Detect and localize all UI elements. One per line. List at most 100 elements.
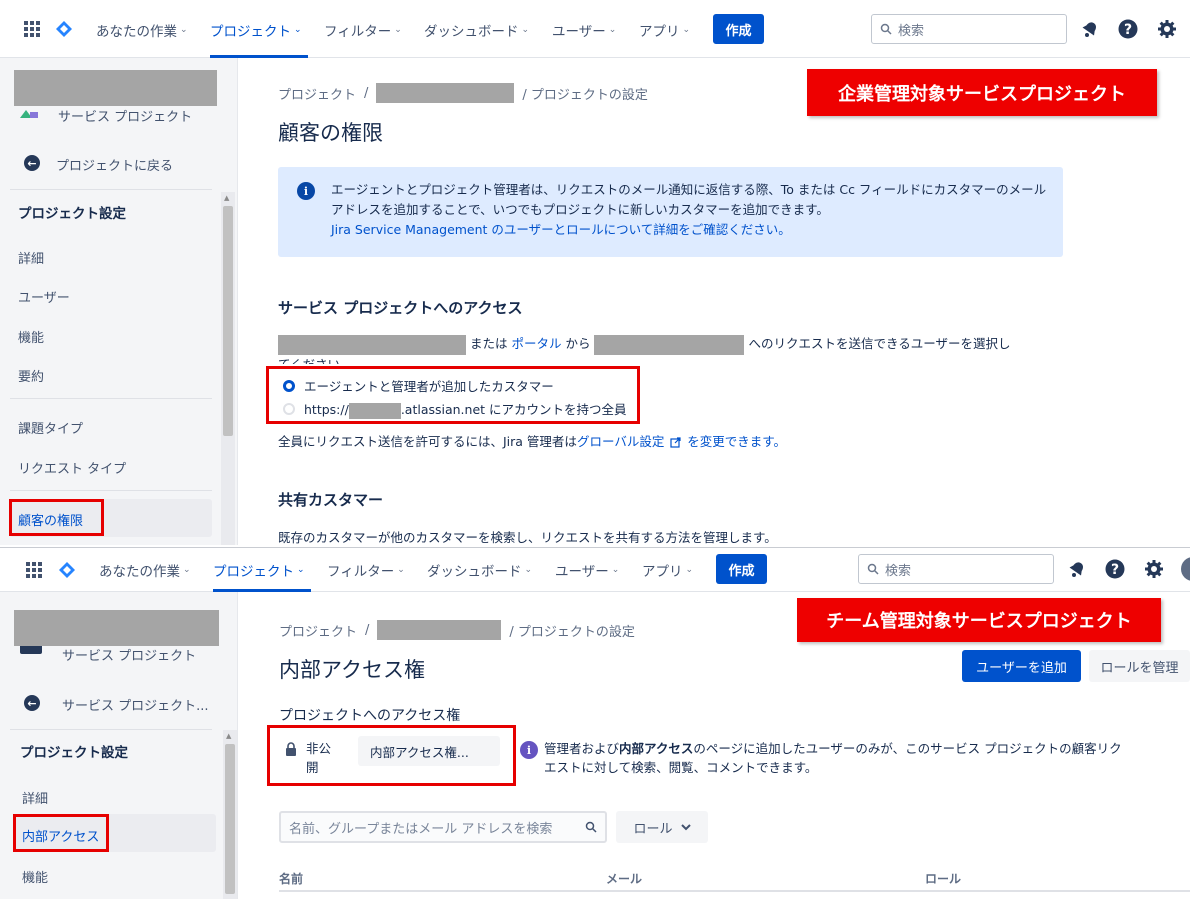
- sidebar-item-details[interactable]: 詳細: [22, 788, 48, 807]
- help-icon[interactable]: ?: [1117, 18, 1139, 40]
- create-button[interactable]: 作成: [713, 14, 764, 44]
- global-settings-link[interactable]: グローバル設定: [577, 434, 664, 449]
- sidebar-scroll-thumb[interactable]: [223, 206, 233, 436]
- sidebar-divider: [10, 490, 212, 491]
- redacted-text: [278, 334, 466, 355]
- breadcrumb-settings[interactable]: / プロジェクトの設定: [509, 621, 635, 640]
- sidebar-item-issue-types[interactable]: 課題タイプ: [18, 418, 83, 437]
- settings-gear-icon[interactable]: [1143, 558, 1165, 580]
- top-navigation: あなたの作業 ⌄ プロジェクト ⌄ フィルター ⌄ ダッシュボード ⌄ ユーザー ⌄ アプ…: [0, 548, 1190, 592]
- top-navigation: あなたの作業 ⌄ プロジェクト ⌄ フィルター ⌄ ダッシュボード ⌄ ユーザー ⌄ アプ…: [0, 0, 1190, 58]
- project-settings-heading: プロジェクト設定: [20, 745, 128, 761]
- back-to-project-link[interactable]: サービス プロジェクト...: [62, 695, 209, 714]
- back-arrow-icon[interactable]: ←: [24, 695, 40, 711]
- role-filter-dropdown[interactable]: ロール: [616, 811, 708, 843]
- nav-users[interactable]: ユーザー ⌄: [555, 560, 619, 580]
- nav-filters[interactable]: フィルター ⌄: [327, 560, 405, 580]
- access-info-text: 管理者および内部アクセスのページに追加したユーザーのみが、このサービス プロジェ…: [544, 741, 1122, 775]
- column-header-role[interactable]: ロール: [925, 870, 961, 887]
- redacted-project-name: [14, 610, 219, 646]
- table-header-divider: [279, 890, 1190, 892]
- nav-apps[interactable]: アプリ ⌄: [639, 20, 690, 40]
- highlight-box: [13, 814, 109, 852]
- project-type-annotation: チーム管理対象サービスプロジェクト: [797, 598, 1161, 642]
- highlight-box: [267, 725, 516, 786]
- breadcrumb-projects[interactable]: プロジェクト: [279, 621, 357, 640]
- info-icon: i: [297, 182, 315, 200]
- team-managed-panel: あなたの作業 ⌄ プロジェクト ⌄ フィルター ⌄ ダッシュボード ⌄ ユーザー ⌄ アプ…: [0, 547, 1190, 899]
- roles-help-link[interactable]: Jira Service Management のユーザーとロールについて詳細を…: [331, 222, 791, 237]
- external-link-icon: [670, 437, 681, 448]
- project-sidebar: サービス プロジェクト ← プロジェクトに戻る プロジェクト設定 詳細 ユーザー…: [0, 58, 238, 545]
- info-icon: i: [520, 741, 538, 759]
- project-type-label: サービス プロジェクト: [62, 649, 197, 664]
- search-icon: [880, 23, 892, 35]
- project-sidebar: サービス プロジェクト ← サービス プロジェクト... プロジェクト設定 詳細…: [0, 592, 238, 899]
- back-to-project-link[interactable]: プロジェクトに戻る: [56, 155, 173, 174]
- redacted-project-name: [14, 70, 217, 106]
- page-title: 内部アクセス権: [279, 658, 425, 682]
- info-text: エージェントとプロジェクト管理者は、リクエストのメール通知に返信する際、To ま…: [331, 182, 1047, 237]
- back-arrow-icon[interactable]: ←: [24, 155, 40, 171]
- create-button[interactable]: 作成: [716, 554, 767, 584]
- breadcrumb-projects[interactable]: プロジェクト: [278, 84, 356, 103]
- project-type-annotation: 企業管理対象サービスプロジェクト: [807, 69, 1157, 116]
- global-settings-note: 全員にリクエスト送信を許可するには、Jira 管理者はグローバル設定 を変更でき…: [278, 434, 787, 449]
- shared-customers-text: 既存のカスタマーが他のカスタマーを検索し、リクエストを共有する方法を管理します。: [278, 530, 777, 545]
- sidebar-item-summary[interactable]: 要約: [18, 366, 44, 385]
- sidebar-scroll-thumb[interactable]: [225, 744, 235, 894]
- jira-logo-icon[interactable]: [54, 19, 74, 39]
- sidebar-divider: [10, 189, 212, 190]
- nav-dashboards[interactable]: ダッシュボード ⌄: [424, 20, 529, 40]
- svg-text:?: ?: [1111, 562, 1119, 578]
- redacted-text: [594, 334, 745, 355]
- scroll-up-arrow[interactable]: ▲: [224, 194, 229, 202]
- sidebar-item-users[interactable]: ユーザー: [18, 287, 70, 306]
- redacted-project-name: [376, 83, 515, 103]
- settings-gear-icon[interactable]: [1156, 18, 1178, 40]
- highlight-box: [9, 499, 104, 536]
- column-header-name[interactable]: 名前: [279, 870, 303, 887]
- jira-logo-icon[interactable]: [57, 560, 77, 580]
- nav-projects[interactable]: プロジェクト ⌄: [213, 560, 305, 580]
- nav-your-work[interactable]: あなたの作業 ⌄: [99, 560, 191, 580]
- nav-projects[interactable]: プロジェクト ⌄: [210, 20, 302, 40]
- access-description: または ポータル から へのリクエストを送信できるユーザーを選択し: [278, 333, 1010, 355]
- add-user-button[interactable]: ユーザーを追加: [962, 650, 1081, 682]
- avatar[interactable]: [1181, 557, 1190, 581]
- help-icon[interactable]: ?: [1104, 558, 1126, 580]
- breadcrumb: プロジェクト / / プロジェクトの設定: [279, 620, 635, 640]
- nav-your-work[interactable]: あなたの作業 ⌄: [96, 20, 188, 40]
- page-title: 顧客の権限: [278, 121, 383, 145]
- sidebar-item-features[interactable]: 機能: [22, 867, 48, 886]
- breadcrumb: プロジェクト / / プロジェクトの設定: [278, 83, 648, 103]
- sidebar-item-features[interactable]: 機能: [18, 327, 44, 346]
- search-input[interactable]: 検索: [871, 14, 1067, 44]
- nav-apps[interactable]: アプリ ⌄: [642, 560, 693, 580]
- nav-users[interactable]: ユーザー ⌄: [552, 20, 616, 40]
- search-icon: [585, 821, 597, 833]
- project-settings-heading: プロジェクト設定: [18, 206, 126, 222]
- column-header-email[interactable]: メール: [606, 870, 642, 887]
- search-input[interactable]: 検索: [858, 554, 1054, 584]
- nav-filters[interactable]: フィルター ⌄: [324, 20, 402, 40]
- member-search-input[interactable]: 名前、グループまたはメール アドレスを検索: [279, 811, 607, 843]
- manage-roles-button[interactable]: ロールを管理: [1089, 650, 1190, 682]
- sidebar-divider: [10, 729, 212, 730]
- nav-dashboards[interactable]: ダッシュボード ⌄: [427, 560, 532, 580]
- redacted-project-name: [377, 620, 502, 640]
- shared-customers-heading: 共有カスタマー: [278, 491, 384, 509]
- sidebar-item-request-types[interactable]: リクエスト タイプ: [18, 458, 126, 477]
- sidebar-item-details[interactable]: 詳細: [18, 248, 44, 267]
- app-switcher-icon[interactable]: [26, 562, 42, 578]
- app-switcher-icon[interactable]: [24, 21, 40, 37]
- search-icon: [867, 563, 879, 575]
- portal-link[interactable]: ポータル: [511, 336, 561, 351]
- svg-text:?: ?: [1124, 22, 1132, 38]
- project-access-heading: プロジェクトへのアクセス権: [279, 708, 461, 724]
- sidebar-divider: [10, 398, 212, 399]
- breadcrumb-settings[interactable]: / プロジェクトの設定: [522, 84, 648, 103]
- notification-icon[interactable]: [1079, 18, 1101, 40]
- notification-icon[interactable]: [1066, 558, 1088, 580]
- scroll-up-arrow[interactable]: ▲: [226, 732, 231, 740]
